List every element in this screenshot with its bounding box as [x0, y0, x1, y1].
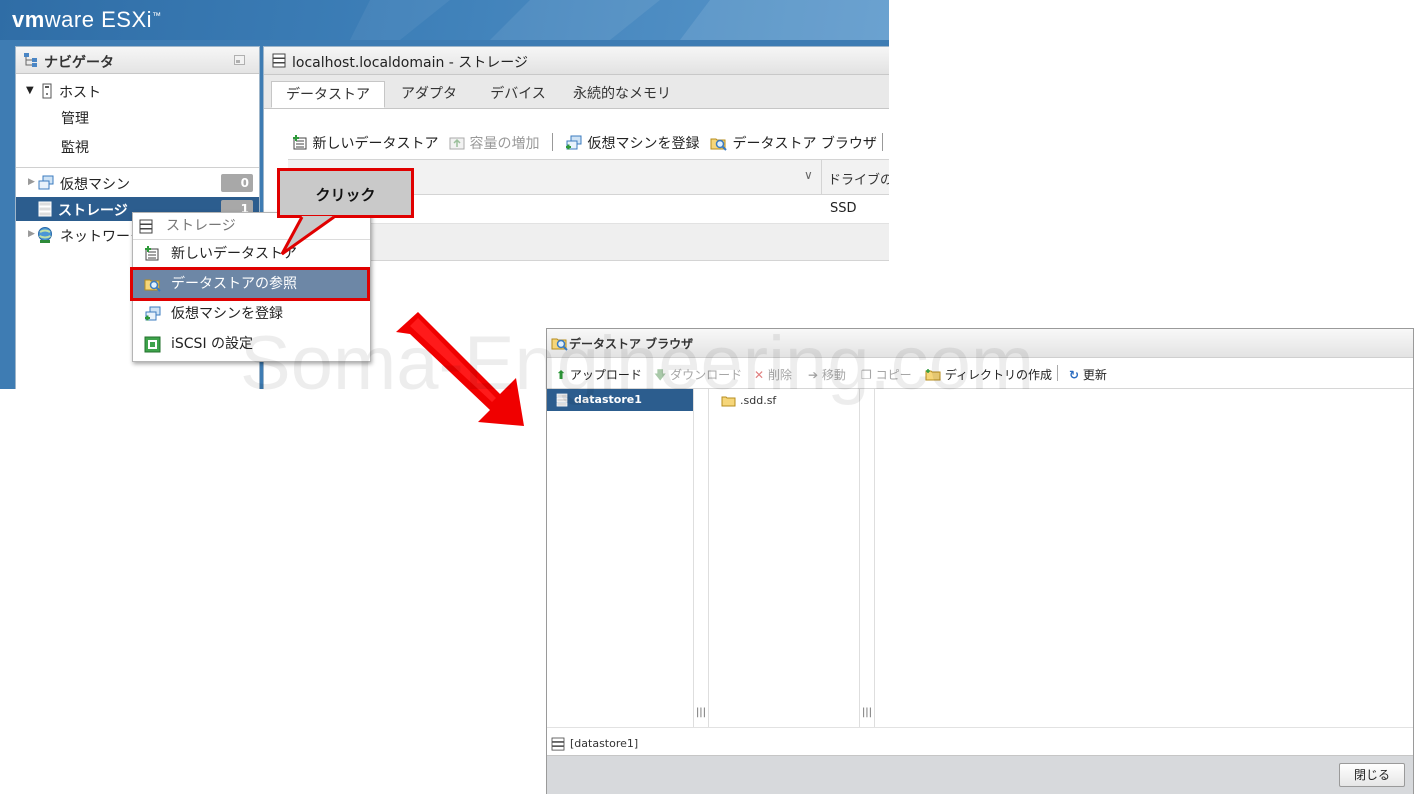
- highlight-box: [130, 267, 370, 301]
- chevron-down-icon: ▼: [26, 85, 34, 96]
- toolbar-separator: [552, 133, 553, 151]
- current-path: [datastore1]: [570, 737, 639, 750]
- navigator-header: ナビゲータ: [16, 47, 259, 74]
- move-button[interactable]: ➔ 移動: [808, 366, 846, 383]
- navigator-tree-icon: [24, 53, 37, 67]
- toolbar-separator: [1057, 365, 1058, 381]
- nav-vms[interactable]: ▶ 仮想マシン 0: [16, 171, 259, 195]
- close-button[interactable]: 閉じる: [1339, 763, 1405, 787]
- datastore-icon: [556, 393, 568, 407]
- datastore-browser-dialog: データストア ブラウザ ⬆ アップロード 🡇 ダウンロード ✕ 削除 ➔ 移動 …: [546, 328, 1414, 794]
- storage-icon: [38, 201, 52, 217]
- pane-divider: [859, 389, 860, 727]
- new-datastore-icon: [145, 246, 159, 261]
- vm-icon: [38, 175, 54, 190]
- dialog-titlebar: データストア ブラウザ: [547, 329, 1413, 358]
- delete-button[interactable]: ✕ 削除: [754, 366, 792, 383]
- increase-capacity-icon: [449, 137, 465, 150]
- copy-icon: ❐: [861, 368, 872, 382]
- datastore-icon: [551, 737, 565, 751]
- refresh-icon: ↻: [1069, 368, 1080, 382]
- pane-divider: [693, 389, 694, 727]
- dialog-title: データストア ブラウザ: [569, 337, 694, 351]
- copy-button[interactable]: ❐ コピー: [861, 366, 912, 383]
- download-button[interactable]: 🡇 ダウンロード: [654, 366, 742, 387]
- click-callout: クリック: [277, 168, 414, 218]
- nav-host[interactable]: ▼ ホスト: [16, 79, 259, 103]
- storage-icon: [272, 53, 286, 68]
- new-datastore-button[interactable]: 新しいデータストア: [292, 133, 438, 153]
- toolbar-separator: [882, 133, 883, 151]
- menu-item-iscsi-settings[interactable]: iSCSI の設定: [133, 329, 370, 359]
- chevron-right-icon: ▶: [28, 229, 35, 239]
- page-title: localhost.localdomain - ストレージ: [292, 55, 529, 71]
- register-vm-icon: [145, 306, 161, 321]
- pane-resize-handle[interactable]: |||: [861, 707, 873, 718]
- browser-status-bar: [datastore1]: [547, 727, 1413, 756]
- download-icon: 🡇: [654, 368, 667, 382]
- increase-capacity-button[interactable]: 容量の増加: [449, 133, 539, 153]
- nav-host-manage[interactable]: 管理: [16, 105, 259, 129]
- new-folder-icon: [925, 369, 941, 381]
- browser-toolbar: ⬆ アップロード 🡇 ダウンロード ✕ 削除 ➔ 移動 ❐ コピー ディレクトリ…: [547, 358, 1413, 389]
- pane-resize-handle[interactable]: |||: [695, 707, 707, 718]
- pane-divider: [708, 389, 709, 727]
- vmware-esxi-logo: vmware ESXi™: [12, 7, 162, 32]
- navigator-title: ナビゲータ: [44, 55, 114, 71]
- dialog-footer: 閉じる: [547, 755, 1413, 794]
- refresh-button[interactable]: ↻ 更新: [1069, 366, 1107, 383]
- folder-icon: [721, 396, 736, 407]
- move-icon: ➔: [808, 368, 819, 382]
- register-vm-icon: [566, 135, 582, 150]
- chevron-right-icon: ▶: [28, 177, 35, 187]
- esxi-header: vmware ESXi™: [0, 0, 889, 40]
- tab-bar: データストア アダプタ デバイス 永続的なメモリ: [264, 75, 889, 109]
- nav-host-monitor[interactable]: 監視: [16, 134, 259, 158]
- datastore-browser-icon: [710, 138, 727, 151]
- new-datastore-icon: [293, 135, 307, 150]
- drive-type-cell: SSD: [830, 201, 857, 216]
- datastore-browser-button[interactable]: データストア ブラウザ: [710, 133, 877, 153]
- column-divider: [821, 160, 822, 196]
- upload-arrow-icon: ⬆: [556, 368, 567, 382]
- storage-icon: [139, 219, 153, 234]
- register-vm-button[interactable]: 仮想マシンを登録: [565, 133, 699, 153]
- tree-item-datastore1[interactable]: datastore1: [547, 389, 693, 411]
- nav-divider: [16, 167, 259, 168]
- vm-count-badge: 0: [221, 174, 253, 192]
- network-globe-icon: [38, 227, 52, 243]
- create-directory-button[interactable]: ディレクトリの作成: [925, 366, 1052, 383]
- tab-persistent-memory[interactable]: 永続的なメモリ: [568, 81, 676, 108]
- column-sort-chevron-icon[interactable]: ∨: [804, 168, 813, 182]
- datastore-browser-icon: [551, 338, 568, 351]
- tab-devices[interactable]: デバイス: [476, 81, 560, 108]
- menu-item-register-vm[interactable]: 仮想マシンを登録: [133, 299, 370, 329]
- iscsi-icon: [144, 336, 161, 353]
- callout-pointer: [280, 215, 335, 256]
- pane-divider: [874, 389, 875, 727]
- upload-button[interactable]: ⬆ アップロード: [556, 366, 642, 383]
- host-server-icon: [42, 83, 52, 99]
- grid-footer: [288, 224, 889, 261]
- tab-adapters[interactable]: アダプタ: [389, 81, 469, 108]
- red-arrow-icon: [396, 312, 524, 426]
- header-decoration: [350, 0, 889, 40]
- collapse-panel-icon[interactable]: [234, 55, 246, 66]
- delete-icon: ✕: [754, 368, 765, 382]
- tab-datastores[interactable]: データストア: [271, 81, 385, 108]
- column-header-drive-type[interactable]: ドライブの: [828, 169, 889, 188]
- storage-panel-header: localhost.localdomain - ストレージ: [264, 47, 889, 75]
